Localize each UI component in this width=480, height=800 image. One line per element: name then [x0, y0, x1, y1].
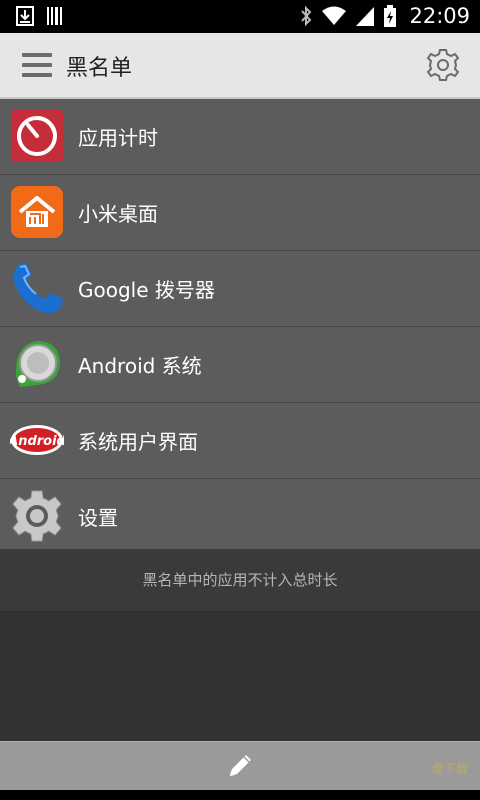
pencil-icon[interactable]	[226, 752, 254, 780]
android-kitkat-icon: Android	[10, 425, 64, 455]
bottom-strip	[0, 790, 480, 800]
phone-dialer-icon	[13, 263, 63, 314]
hamburger-menu-icon[interactable]	[22, 53, 52, 77]
svg-text:Android: Android	[10, 434, 64, 449]
empty-area	[0, 612, 480, 741]
bottom-bar: 盘下载	[0, 741, 480, 791]
list-item-system-ui[interactable]: Android 系统用户界面	[0, 403, 480, 479]
mi-home-icon	[11, 186, 63, 238]
barcode-icon	[47, 7, 62, 25]
list-item-label: Google 拨号器	[78, 278, 215, 302]
timer-app-icon	[11, 110, 63, 162]
list-item-dialer[interactable]: Google 拨号器	[0, 251, 480, 327]
list-item-settings[interactable]: 设置	[0, 479, 480, 554]
status-left	[16, 6, 64, 26]
list-item-mi-home[interactable]: 小米桌面	[0, 175, 480, 251]
download-icon	[16, 6, 34, 26]
settings-gear-icon	[12, 490, 62, 542]
gear-icon[interactable]	[426, 48, 460, 82]
signal-icon	[356, 7, 375, 26]
list-item-label: 应用计时	[78, 126, 158, 150]
list-item-label: 设置	[78, 506, 118, 530]
list-item-android-system[interactable]: Android 系统	[0, 327, 480, 403]
blacklist-note: 黑名单中的应用不计入总时长	[0, 549, 480, 612]
page-title: 黑名单	[66, 56, 133, 81]
action-bar: 黑名单	[0, 33, 480, 99]
list-item-label: Android 系统	[78, 354, 202, 378]
blacklist-app-list: 应用计时 小米桌面 Google 拨号器 Android 系统 Android	[0, 99, 480, 549]
list-item-label: 系统用户界面	[78, 430, 198, 454]
bluetooth-icon	[301, 5, 312, 27]
list-item-timer[interactable]: 应用计时	[0, 99, 480, 175]
watermark: 盘下载	[431, 762, 468, 776]
battery-charging-icon	[384, 5, 397, 27]
status-bar: 22:09	[0, 0, 480, 33]
wifi-icon	[322, 6, 347, 25]
android-system-icon	[15, 341, 60, 387]
list-item-label: 小米桌面	[78, 202, 158, 226]
status-right: 22:09	[299, 4, 470, 28]
status-time: 22:09	[409, 4, 470, 28]
